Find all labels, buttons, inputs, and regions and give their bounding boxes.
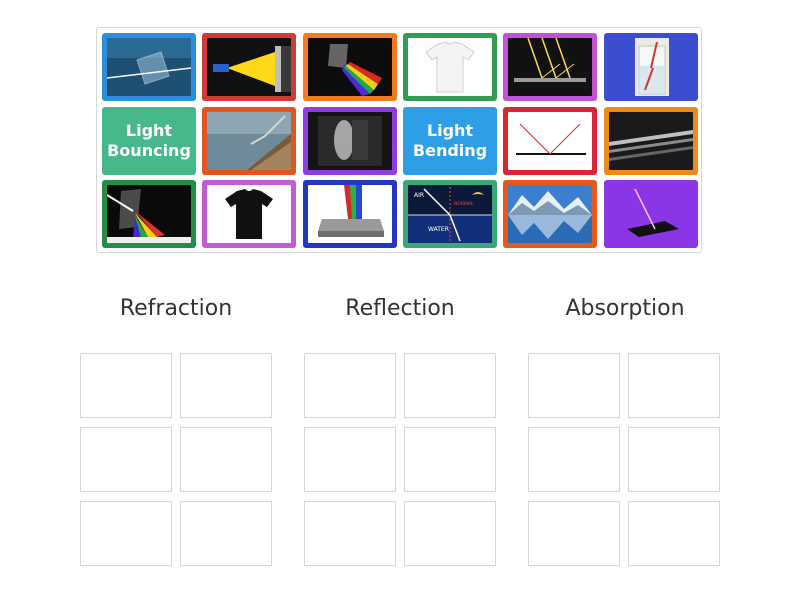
prism-glass-image — [107, 38, 191, 96]
pencil-in-glass-image — [609, 38, 693, 96]
mountain-lake-image — [508, 185, 592, 243]
card-dark-room-light[interactable] — [303, 107, 397, 175]
black-tshirt-image — [207, 185, 291, 243]
card-black-tshirt[interactable] — [202, 180, 296, 248]
card-mirror-rays[interactable] — [503, 33, 597, 101]
white-tshirt-image — [408, 38, 492, 96]
normal-text: NORMAL — [454, 201, 474, 207]
prism-spectrum-image — [308, 38, 392, 96]
refraction-drop-slot[interactable] — [80, 427, 172, 492]
card-light-rays-dark[interactable] — [604, 107, 698, 175]
mirror-rays-image — [508, 38, 592, 96]
light-rays-dark-image — [609, 112, 693, 170]
card-air-water-refraction[interactable]: AIR NORMAL WATER — [403, 180, 497, 248]
card-white-tshirt[interactable] — [403, 33, 497, 101]
column-heading-refraction: Refraction — [119, 296, 233, 321]
dark-room-light-image — [308, 112, 392, 170]
reflection-drop-slot[interactable] — [304, 353, 396, 418]
water-text: WATER — [428, 226, 449, 233]
column-heading-absorption: Absorption — [565, 296, 685, 321]
reflection-drop-slot[interactable] — [404, 353, 496, 418]
reflection-drop-slot[interactable] — [304, 501, 396, 566]
light-absorbed-image — [609, 185, 693, 243]
absorption-drop-slot[interactable] — [628, 501, 720, 566]
card-water-stick[interactable] — [202, 107, 296, 175]
card-light-bouncing-label: Light Bouncing — [107, 121, 191, 160]
refraction-drop-slot[interactable] — [180, 427, 272, 492]
card-rgb-beams[interactable] — [303, 180, 397, 248]
card-prism-glass[interactable] — [102, 33, 196, 101]
refraction-drop-slot[interactable] — [180, 353, 272, 418]
prism-dispersion-image — [107, 185, 191, 243]
card-reflection-diagram[interactable] — [503, 107, 597, 175]
refraction-drop-slot[interactable] — [80, 353, 172, 418]
absorption-drop-slot[interactable] — [628, 353, 720, 418]
absorption-drop-slot[interactable] — [528, 501, 620, 566]
absorption-drop-slot[interactable] — [628, 427, 720, 492]
column-heading-reflection: Reflection — [345, 296, 455, 321]
air-water-diagram-image: AIR NORMAL WATER — [408, 185, 492, 243]
card-mountain-lake[interactable] — [503, 180, 597, 248]
card-pencil-glass[interactable] — [604, 33, 698, 101]
card-light-bending-label: Light Bending — [412, 121, 488, 160]
rgb-beams-image — [308, 185, 392, 243]
reflection-drop-slot[interactable] — [404, 427, 496, 492]
card-prism-dispersion[interactable] — [102, 180, 196, 248]
reflection-drop-slot[interactable] — [404, 501, 496, 566]
air-text: AIR — [414, 192, 424, 199]
card-light-on-black[interactable] — [604, 180, 698, 248]
flashlight-beam-image — [207, 38, 291, 96]
absorption-drop-slot[interactable] — [528, 353, 620, 418]
refraction-drop-slot[interactable] — [180, 501, 272, 566]
absorption-drop-slot[interactable] — [528, 427, 620, 492]
reflection-diagram-image — [508, 112, 592, 170]
stick-in-water-image — [207, 112, 291, 170]
card-flashlight-beam[interactable] — [202, 33, 296, 101]
reflection-drop-slot[interactable] — [304, 427, 396, 492]
card-light-bending[interactable]: Light Bending — [403, 107, 497, 175]
card-prism-spectrum[interactable] — [303, 33, 397, 101]
refraction-drop-slot[interactable] — [80, 501, 172, 566]
card-light-bouncing[interactable]: Light Bouncing — [102, 107, 196, 175]
